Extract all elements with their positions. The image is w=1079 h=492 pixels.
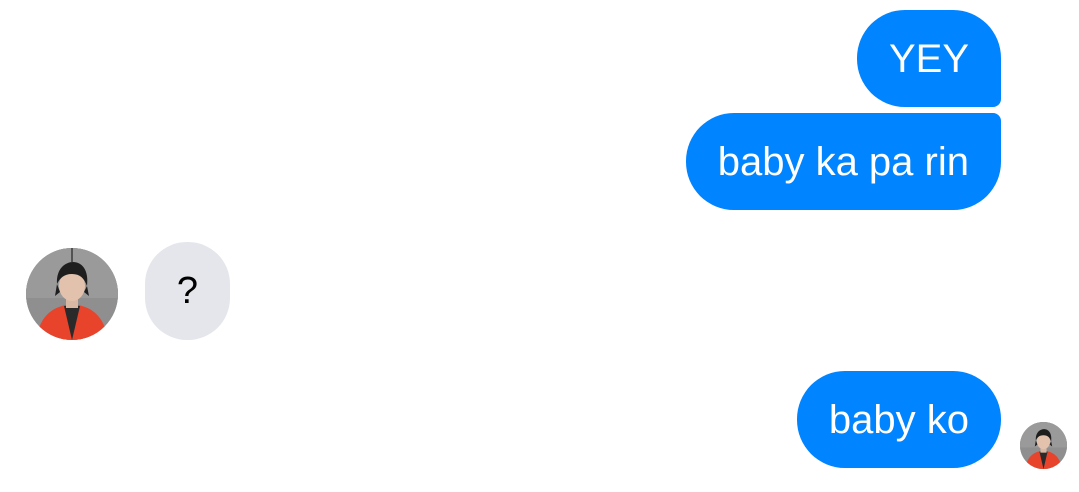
outgoing-message-bubble[interactable]: baby ka pa rin	[685, 113, 1001, 210]
incoming-message-bubble[interactable]: ?	[145, 242, 230, 340]
message-thread: YEY baby ka pa rin ? baby ko	[0, 0, 1079, 492]
seen-photo-icon	[1020, 422, 1067, 469]
contact-avatar[interactable]	[26, 248, 118, 340]
message-text: ?	[176, 270, 199, 312]
message-text: baby ko	[828, 397, 969, 442]
outgoing-message-bubble[interactable]: YEY	[856, 10, 1001, 107]
seen-indicator-avatar	[1020, 422, 1067, 469]
contact-photo-icon	[26, 248, 118, 340]
message-text: baby ka pa rin	[717, 139, 969, 184]
message-text: YEY	[888, 36, 969, 81]
outgoing-message-bubble[interactable]: baby ko	[796, 371, 1001, 468]
